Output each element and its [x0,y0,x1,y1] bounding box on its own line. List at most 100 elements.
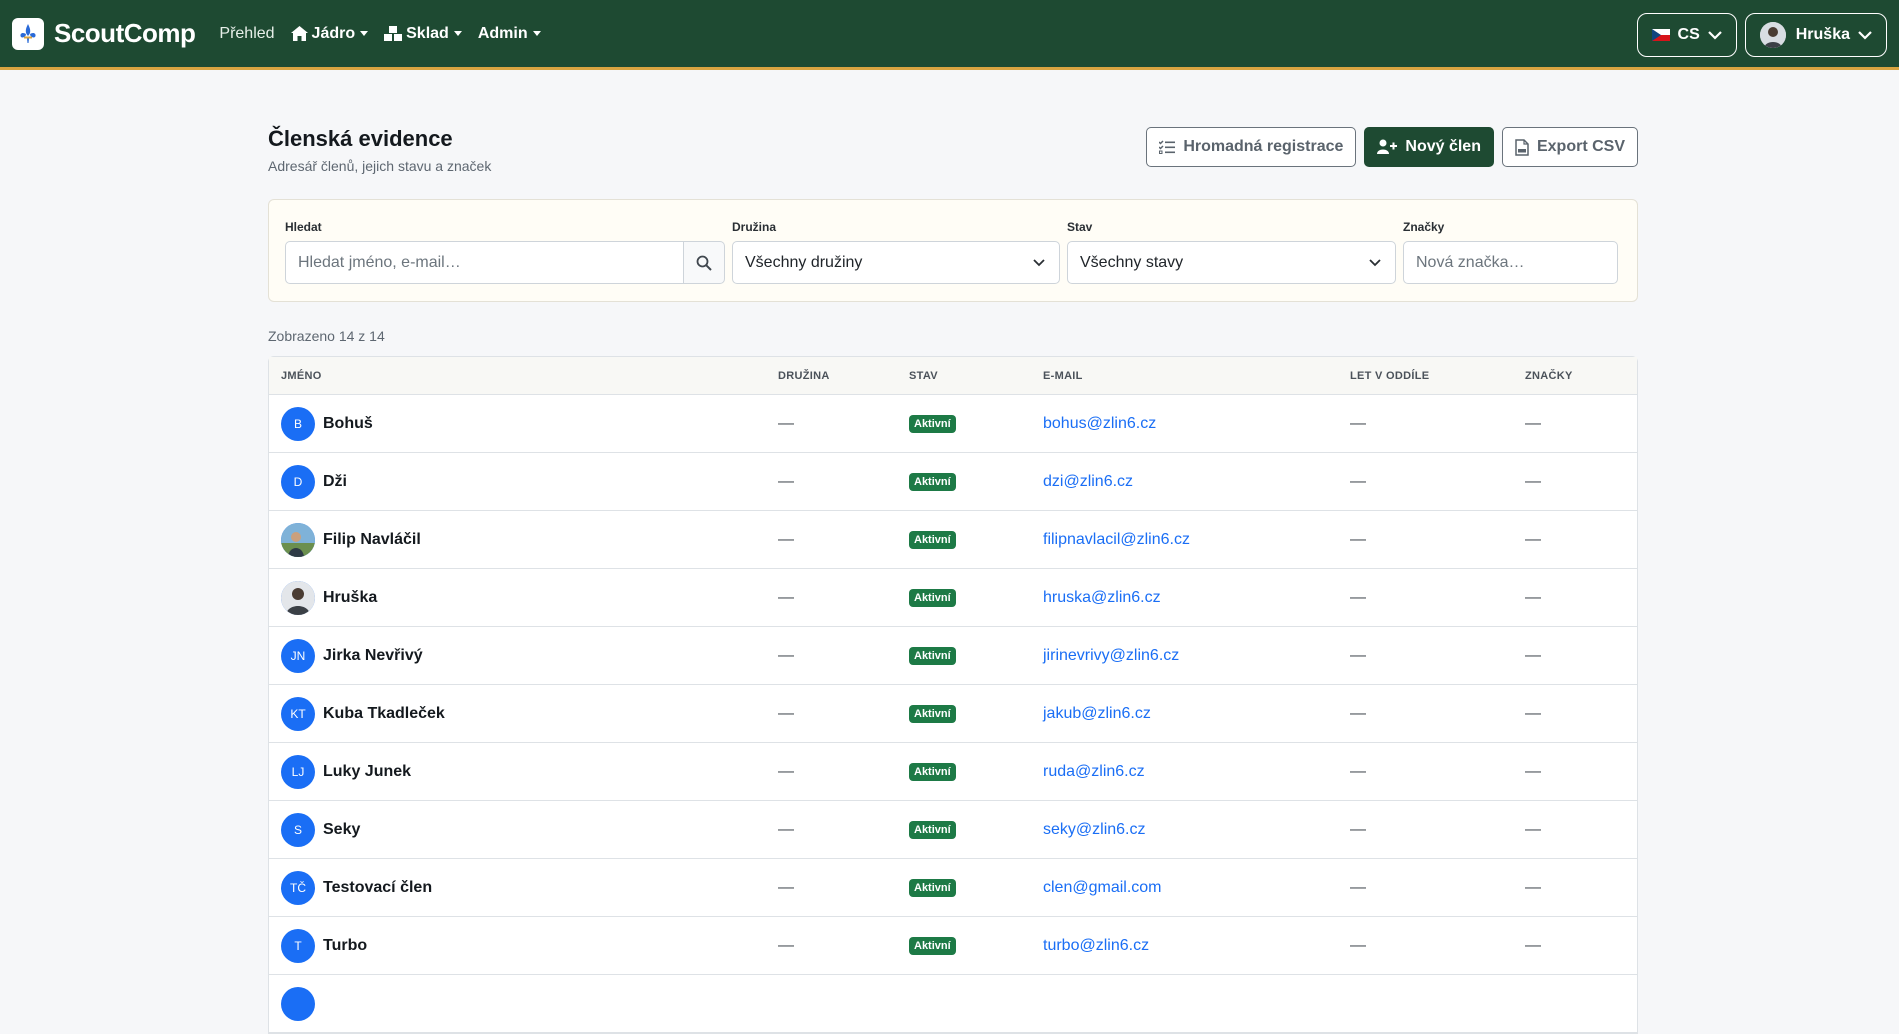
language-switcher[interactable]: CS [1636,13,1737,57]
patrol-label: Družina [732,220,777,234]
member-tags: — [1525,589,1541,606]
export-csv-button[interactable]: Export CSV [1501,127,1638,167]
table-row[interactable]: T Turbo — Aktivní turbo@zlin6.cz — — [269,917,1637,975]
table-row[interactable]: S Seky — Aktivní seky@zlin6.cz — — [269,801,1637,859]
page-header: Členská evidence Adresář členů, jejich s… [268,112,1638,182]
export-csv-label: Export CSV [1536,138,1625,155]
nav-core[interactable]: Jádro [290,24,369,43]
col-status[interactable]: STAV [909,370,938,382]
nav-admin[interactable]: Admin [478,25,541,43]
status-badge: Aktivní [909,647,956,665]
member-email[interactable]: clen@gmail.com [1043,879,1162,897]
member-years: — [1350,879,1366,896]
nav-core-label: Jádro [311,24,356,42]
table-row[interactable]: Hruška — Aktivní hruska@zlin6.cz — — [269,569,1637,627]
table-row[interactable]: JN Jirka Nevřivý — Aktivní jirinevrivy@zl… [269,627,1637,685]
tags-placeholder: Nová značka… [1416,253,1525,271]
caret-down-icon [453,31,462,36]
caret-down-icon [360,31,369,36]
member-patrol: — [778,705,794,722]
app-name: ScoutComp [54,18,196,48]
member-years: — [1350,937,1366,954]
member-tags: — [1525,647,1541,664]
brand[interactable]: ScoutComp [12,17,196,50]
member-name[interactable]: Luky Junek [323,763,411,781]
members-table: JMÉNO DRUŽINA STAV E-MAIL LET V ODDÍLE Z… [268,356,1638,1034]
tags-label: Značky [1403,220,1445,234]
member-name[interactable]: Hruška [323,589,377,607]
patrol-select-value: Všechny družiny [745,253,863,271]
member-email[interactable]: ruda@zlin6.cz [1043,763,1145,781]
member-email[interactable]: seky@zlin6.cz [1043,821,1146,839]
member-name[interactable]: Filip Navláčil [323,531,421,549]
col-patrol[interactable]: DRUŽINA [778,370,830,382]
user-avatar [1759,22,1786,48]
patrol-select[interactable]: Všechny družiny [732,241,1060,284]
chevron-down-icon [1033,258,1045,266]
member-patrol: — [778,937,794,954]
new-member-label: Nový člen [1405,138,1481,155]
nav-warehouse[interactable]: Sklad [384,25,462,43]
status-badge: Aktivní [909,937,956,955]
member-avatar: TČ [281,871,315,905]
new-member-button[interactable]: Nový člen [1364,127,1494,167]
czech-flag-icon [1651,29,1670,41]
member-name[interactable]: Bohuš [323,415,373,433]
member-name[interactable]: Turbo [323,937,367,955]
table-row[interactable]: TČ Testovací člen — Aktivní clen@gmail.co… [269,859,1637,917]
member-name[interactable]: Jirka Nevřivý [323,647,423,665]
member-tags: — [1525,415,1541,432]
search-input[interactable]: Hledat jméno, e-mail… [285,241,684,284]
member-email[interactable]: dzi@zlin6.cz [1043,473,1133,491]
member-email[interactable]: filipnavlacil@zlin6.cz [1043,531,1190,549]
member-email[interactable]: hruska@zlin6.cz [1043,589,1161,607]
member-name[interactable]: Dži [323,473,347,491]
col-tags[interactable]: ZNAČKY [1525,370,1573,382]
member-patrol: — [778,879,794,896]
col-name[interactable]: JMÉNO [281,370,322,382]
member-name[interactable]: Kuba Tkadleček [323,705,445,723]
member-years: — [1350,821,1366,838]
member-years: — [1350,531,1366,548]
table-row[interactable]: LJ Luky Junek — Aktivní ruda@zlin6.cz — — [269,743,1637,801]
member-avatar: D [281,465,315,499]
status-badge: Aktivní [909,763,956,781]
table-row[interactable]: KT Kuba Tkadleček — Aktivní jakub@zlin6.c… [269,685,1637,743]
col-years[interactable]: LET V ODDÍLE [1350,370,1429,382]
bulk-registration-label: Hromadná registrace [1183,138,1344,155]
nav-warehouse-label: Sklad [406,24,449,42]
member-avatar: LJ [281,755,315,789]
nav-overview[interactable]: Přehled [219,25,274,43]
status-badge: Aktivní [909,473,956,491]
member-name[interactable]: Seky [323,821,360,839]
member-email[interactable]: bohus@zlin6.cz [1043,415,1156,433]
status-select[interactable]: Všechny stavy [1067,241,1396,284]
member-email[interactable]: jirinevrivy@zlin6.cz [1043,647,1179,665]
member-email[interactable]: jakub@zlin6.cz [1043,705,1151,723]
tags-input[interactable]: Nová značka… [1403,241,1618,284]
table-row[interactable]: B Bohuš — Aktivní bohus@zlin6.cz — — [269,395,1637,453]
member-email[interactable]: turbo@zlin6.cz [1043,937,1149,955]
member-tags: — [1525,879,1541,896]
status-badge: Aktivní [909,705,956,723]
col-email[interactable]: E-MAIL [1043,370,1083,382]
member-tags: — [1525,763,1541,780]
fleur-de-lis-icon [12,17,44,50]
search-icon [696,255,712,271]
chevron-down-icon [1858,30,1872,40]
top-navbar: ScoutComp Přehled Jádro Sklad Admin CS H… [0,0,1899,70]
member-photo [281,581,315,615]
member-name[interactable]: Testovací člen [323,879,432,897]
status-badge: Aktivní [909,821,956,839]
table-row-partial[interactable] [269,975,1637,1033]
member-years: — [1350,763,1366,780]
table-row[interactable]: Filip Navláčil — Aktivní filipnavlacil@z… [269,511,1637,569]
user-menu[interactable]: Hruška [1744,13,1887,57]
table-row[interactable]: D Dži — Aktivní dzi@zlin6.cz — — [269,453,1637,511]
bulk-registration-button[interactable]: Hromadná registrace [1146,127,1357,167]
member-tags: — [1525,531,1541,548]
search-button[interactable] [684,241,725,284]
chevron-down-icon [1707,30,1722,40]
member-years: — [1350,589,1366,606]
main-content: Členská evidence Adresář členů, jejich s… [268,112,1638,1034]
